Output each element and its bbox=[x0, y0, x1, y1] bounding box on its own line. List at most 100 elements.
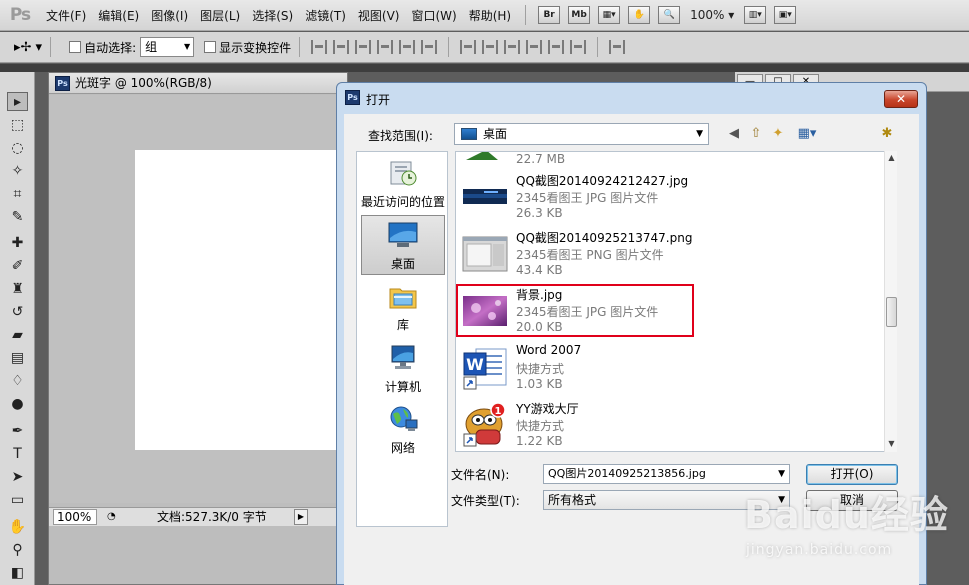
distribute-bottom-icon[interactable] bbox=[504, 40, 521, 54]
bridge-button[interactable]: Br bbox=[538, 6, 561, 24]
blur-tool-icon[interactable]: ♢ bbox=[7, 372, 28, 391]
color-swatches-icon[interactable]: ◧ bbox=[7, 564, 28, 583]
zoom-tool-button[interactable]: 🔍 bbox=[658, 6, 681, 24]
healing-brush-tool-icon[interactable]: ✚ bbox=[7, 234, 28, 253]
eraser-tool-icon[interactable]: ▰ bbox=[7, 326, 28, 345]
canvas[interactable] bbox=[135, 150, 350, 450]
chevron-down-icon[interactable]: ▼ bbox=[778, 465, 785, 483]
new-folder-icon[interactable]: ✦ bbox=[769, 125, 787, 143]
document-tab[interactable]: Ps 光斑字 @ 100%(RGB/8) bbox=[49, 73, 347, 94]
distribute-middle-icon[interactable] bbox=[548, 40, 565, 54]
align-horizontal-center-icon[interactable] bbox=[399, 40, 416, 54]
desktop-icon bbox=[388, 222, 418, 247]
cancel-button[interactable]: 取消 bbox=[806, 490, 898, 511]
dialog-close-button[interactable]: ✕ bbox=[884, 90, 918, 108]
notification-badge: 1 bbox=[495, 406, 502, 417]
history-brush-tool-icon[interactable]: ↺ bbox=[7, 303, 28, 322]
back-icon[interactable]: ◀ bbox=[725, 125, 743, 143]
pen-tool-icon[interactable]: ✒ bbox=[7, 422, 28, 441]
file-item[interactable]: 1 YY游戏大厅 快捷方式 1.22 KB bbox=[456, 398, 881, 451]
view-extras-button[interactable]: ▦▾ bbox=[598, 6, 621, 24]
filename-label: 文件名(N): bbox=[451, 468, 510, 482]
menu-layer[interactable]: 图层(L) bbox=[194, 7, 246, 24]
place-network[interactable]: 网络 bbox=[361, 400, 445, 460]
hand-tool-button[interactable]: ✋ bbox=[628, 6, 651, 24]
align-vertical-center-icon[interactable] bbox=[333, 40, 350, 54]
filetype-value: 所有格式 bbox=[548, 493, 597, 507]
clone-stamp-tool-icon[interactable]: ♜ bbox=[7, 280, 28, 299]
dodge-tool-icon[interactable]: ● bbox=[7, 395, 28, 414]
menu-file[interactable]: 文件(F) bbox=[40, 7, 92, 24]
move-tool-icon[interactable]: ▸ bbox=[7, 92, 28, 111]
auto-select-dropdown[interactable]: 组 bbox=[140, 37, 195, 57]
menu-help[interactable]: 帮助(H) bbox=[463, 7, 517, 24]
file-thumbnail bbox=[462, 236, 508, 272]
shape-tool-icon[interactable]: ▭ bbox=[7, 491, 28, 510]
chevron-down-icon: ▼ bbox=[696, 129, 703, 139]
menu-edit[interactable]: 编辑(E) bbox=[92, 7, 145, 24]
show-transform-checkbox[interactable] bbox=[204, 41, 217, 53]
open-button[interactable]: 打开(O) bbox=[806, 464, 898, 485]
align-bottom-icon[interactable] bbox=[355, 40, 372, 54]
annotation-highlight-box bbox=[456, 284, 694, 337]
view-menu-icon[interactable]: ▦▾ bbox=[793, 125, 821, 143]
chevron-down-icon[interactable]: ▼ bbox=[778, 491, 785, 509]
menu-window[interactable]: 窗口(W) bbox=[405, 7, 462, 24]
auto-align-icon[interactable] bbox=[609, 40, 626, 54]
scrollbar-thumb[interactable] bbox=[886, 297, 897, 327]
zoom-field[interactable]: 100% bbox=[53, 509, 97, 525]
align-left-icon[interactable] bbox=[377, 40, 394, 54]
menu-view[interactable]: 视图(V) bbox=[352, 7, 406, 24]
scroll-up-icon[interactable]: ▲ bbox=[885, 151, 898, 165]
place-libraries[interactable]: 库 bbox=[361, 277, 445, 337]
ps-app-icon: Ps bbox=[345, 90, 360, 105]
file-item[interactable]: QQ截图20140925213747.png 2345看图王 PNG 图片文件 … bbox=[456, 227, 881, 284]
align-right-icon[interactable] bbox=[421, 40, 438, 54]
quick-select-tool-icon[interactable]: ✧ bbox=[7, 162, 28, 181]
file-list-scrollbar[interactable]: ▲ ▼ bbox=[884, 151, 897, 452]
filename-combobox[interactable]: QQ图片20140925213856.jpg ▼ bbox=[543, 464, 790, 484]
mini-bridge-button[interactable]: Mb bbox=[568, 6, 591, 24]
place-recent[interactable]: 最近访问的位置 bbox=[361, 154, 445, 214]
filetype-select[interactable]: 所有格式 ▼ bbox=[543, 490, 790, 510]
auto-select-checkbox[interactable] bbox=[69, 41, 82, 53]
hand-tool-icon[interactable]: ✋ bbox=[7, 518, 28, 537]
lasso-tool-icon[interactable]: ◌ bbox=[7, 139, 28, 158]
menu-image[interactable]: 图像(I) bbox=[145, 7, 194, 24]
move-tool-preset-icon[interactable]: ▸✢ ▾ bbox=[14, 40, 42, 55]
screen-mode-button[interactable]: ▣▾ bbox=[774, 6, 797, 24]
crop-tool-icon[interactable]: ⌗ bbox=[7, 185, 28, 204]
open-dialog: Ps 打开 ✕ 查找范围(I): 桌面 ▼ ◀ ⇧ ✦ ▦▾ ✱ 最近访问的位置… bbox=[336, 82, 927, 585]
place-computer[interactable]: 计算机 bbox=[361, 339, 445, 399]
menu-filter[interactable]: 滤镜(T) bbox=[299, 7, 352, 24]
look-in-dropdown[interactable]: 桌面 ▼ bbox=[454, 123, 709, 145]
gradient-tool-icon[interactable]: ▤ bbox=[7, 349, 28, 368]
desktop-small-icon bbox=[461, 128, 477, 140]
place-desktop[interactable]: 桌面 bbox=[361, 215, 445, 275]
zoom-level-dropdown[interactable]: 100% ▾ bbox=[690, 8, 734, 22]
marquee-tool-icon[interactable]: ⬚ bbox=[7, 116, 28, 135]
favorites-folder-icon[interactable]: ✱ bbox=[878, 125, 896, 143]
align-top-icon[interactable] bbox=[311, 40, 328, 54]
dialog-titlebar[interactable]: Ps 打开 ✕ bbox=[337, 83, 926, 113]
canvas-area[interactable] bbox=[49, 95, 350, 503]
file-item[interactable]: QQ截图20140924212427.jpg 2345看图王 JPG 图片文件 … bbox=[456, 170, 881, 227]
eyedropper-tool-icon[interactable]: ✎ bbox=[7, 208, 28, 227]
status-options-icon[interactable]: ◔ bbox=[107, 508, 116, 526]
distribute-center-icon[interactable] bbox=[482, 40, 499, 54]
path-select-tool-icon[interactable]: ➤ bbox=[7, 468, 28, 487]
file-item[interactable]: W Word 2007 快捷方式 1.03 KB bbox=[456, 341, 881, 398]
scroll-down-icon[interactable]: ▼ bbox=[885, 437, 898, 451]
library-icon bbox=[389, 288, 417, 309]
distribute-top-icon[interactable] bbox=[460, 40, 477, 54]
recent-places-icon bbox=[390, 161, 417, 186]
distribute-left-icon[interactable] bbox=[526, 40, 543, 54]
brush-tool-icon[interactable]: ✐ bbox=[7, 257, 28, 276]
arrange-documents-button[interactable]: ▥▾ bbox=[744, 6, 767, 24]
distribute-right-icon[interactable] bbox=[570, 40, 587, 54]
type-tool-icon[interactable]: T bbox=[7, 445, 28, 464]
up-folder-icon[interactable]: ⇧ bbox=[747, 125, 765, 143]
status-menu-arrow[interactable]: ▶ bbox=[294, 509, 308, 525]
zoom-tool-icon[interactable]: ⚲ bbox=[7, 541, 28, 560]
menu-select[interactable]: 选择(S) bbox=[246, 7, 299, 24]
